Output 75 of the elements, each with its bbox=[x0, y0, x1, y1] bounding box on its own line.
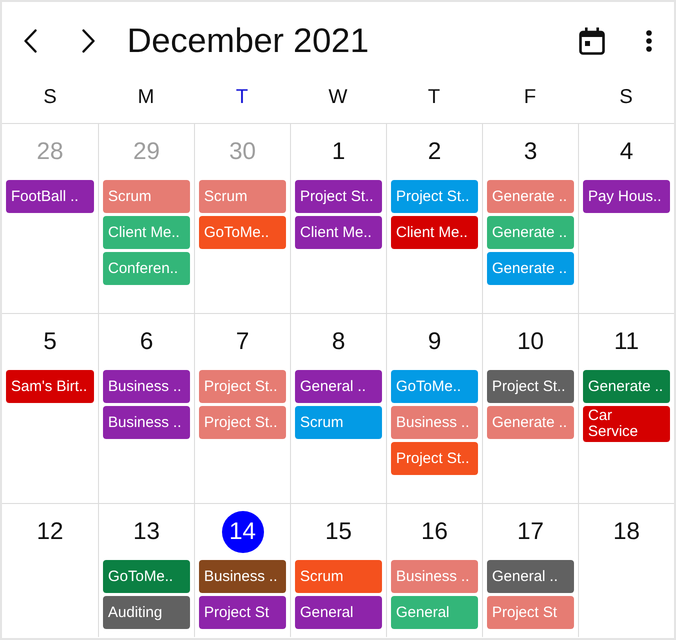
weekday-label: W bbox=[328, 84, 348, 110]
next-month-button[interactable] bbox=[82, 29, 95, 53]
event-chip[interactable]: Scrum bbox=[103, 180, 190, 213]
event-chip[interactable]: GoToMe.. bbox=[199, 216, 286, 249]
date-number: 2 bbox=[426, 137, 442, 167]
event-chip[interactable]: FootBall .. bbox=[6, 180, 94, 213]
date-number: 15 bbox=[324, 517, 353, 547]
date-number: 17 bbox=[516, 517, 545, 547]
date-number: 30 bbox=[228, 137, 257, 167]
date-number: 11 bbox=[613, 327, 640, 357]
event-chip[interactable]: Project St.. bbox=[487, 370, 574, 403]
event-chip[interactable]: Client Me.. bbox=[391, 216, 478, 249]
event-chip[interactable]: General .. bbox=[487, 560, 574, 593]
event-chip[interactable]: Business .. bbox=[103, 370, 190, 403]
date-number: 10 bbox=[516, 327, 545, 357]
date-number: 7 bbox=[234, 327, 250, 357]
date-number: 1 bbox=[330, 137, 346, 167]
event-chip[interactable]: Car Service bbox=[583, 406, 670, 442]
event-chip[interactable]: Project St.. bbox=[295, 180, 382, 213]
event-chip[interactable]: Conferen.. bbox=[103, 252, 190, 285]
chevron-right-icon bbox=[82, 29, 95, 53]
weekday-label: S bbox=[43, 84, 57, 110]
event-chip[interactable]: Scrum bbox=[295, 406, 382, 439]
weekday-label: F bbox=[524, 84, 536, 110]
event-chip[interactable]: Generate .. bbox=[487, 180, 574, 213]
date-number: 6 bbox=[138, 327, 154, 357]
chevron-left-icon bbox=[24, 29, 37, 53]
today-date-number: 14 bbox=[222, 511, 264, 553]
month-title: December 2021 bbox=[127, 20, 369, 62]
more-options-icon bbox=[646, 30, 652, 52]
event-chip[interactable]: General bbox=[295, 596, 382, 629]
event-chip[interactable]: Project St.. bbox=[199, 406, 286, 439]
event-chip[interactable]: Generate .. bbox=[583, 370, 670, 403]
event-chip[interactable]: Business .. bbox=[391, 560, 478, 593]
more-options-button[interactable] bbox=[646, 30, 652, 52]
date-number: 3 bbox=[522, 137, 538, 167]
calendar-icon bbox=[579, 27, 605, 55]
event-chip[interactable]: General .. bbox=[295, 370, 382, 403]
date-number: 12 bbox=[36, 517, 64, 547]
event-chip[interactable]: Business .. bbox=[199, 560, 286, 593]
event-chip[interactable]: Project St bbox=[199, 596, 286, 629]
event-chip[interactable]: GoToMe.. bbox=[103, 560, 190, 593]
calendar-button[interactable] bbox=[579, 27, 605, 55]
event-chip[interactable]: Project St.. bbox=[391, 442, 478, 475]
date-number: 13 bbox=[132, 517, 161, 547]
date-number: 16 bbox=[420, 517, 449, 547]
event-chip[interactable]: General bbox=[391, 596, 478, 629]
event-chip[interactable]: Sam's Birt.. bbox=[6, 370, 94, 403]
event-chip[interactable]: Client Me.. bbox=[103, 216, 190, 249]
event-chip[interactable]: Business .. bbox=[103, 406, 190, 439]
event-chip[interactable]: Business .. bbox=[391, 406, 478, 439]
event-chip[interactable]: Client Me.. bbox=[295, 216, 382, 249]
event-chip[interactable]: Auditing bbox=[103, 596, 190, 629]
date-number: 18 bbox=[612, 517, 641, 547]
event-chip[interactable]: Scrum bbox=[295, 560, 382, 593]
date-number: 5 bbox=[42, 327, 58, 357]
date-number: 9 bbox=[426, 327, 442, 357]
date-number: 4 bbox=[618, 137, 634, 167]
event-chip[interactable]: Project St.. bbox=[199, 370, 286, 403]
event-chip[interactable]: Generate .. bbox=[487, 216, 574, 249]
event-chip[interactable]: Generate .. bbox=[487, 406, 574, 439]
event-chip[interactable]: Pay Hous.. bbox=[583, 180, 670, 213]
event-chip[interactable]: Generate .. bbox=[487, 252, 574, 285]
weekday-label: T bbox=[236, 84, 248, 110]
event-chip[interactable]: Scrum bbox=[199, 180, 286, 213]
previous-month-button[interactable] bbox=[24, 29, 37, 53]
weekday-label: T bbox=[428, 84, 440, 110]
event-chip[interactable]: Project St.. bbox=[391, 180, 478, 213]
event-chip[interactable]: GoToMe.. bbox=[391, 370, 478, 403]
date-number: 8 bbox=[330, 327, 346, 357]
event-chip[interactable]: Project St bbox=[487, 596, 574, 629]
weekday-label: S bbox=[619, 84, 633, 110]
weekday-label: M bbox=[138, 84, 154, 110]
date-number: 28 bbox=[36, 137, 64, 167]
date-number: 29 bbox=[132, 137, 161, 167]
